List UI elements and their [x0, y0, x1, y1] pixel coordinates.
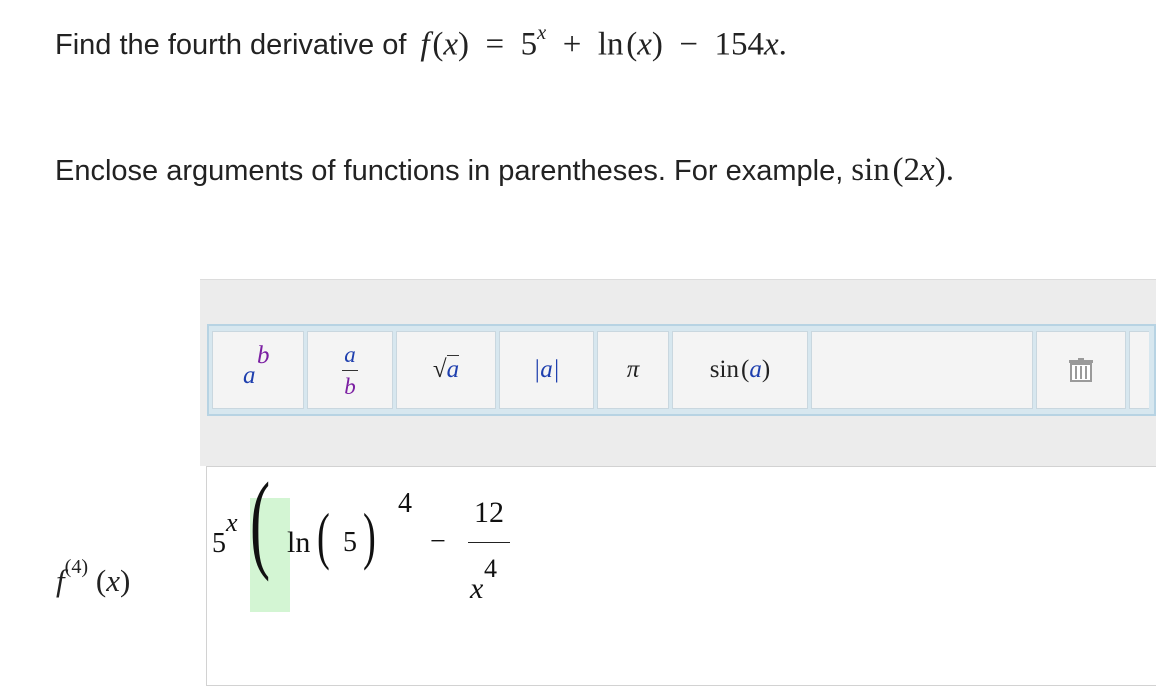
question-prefix: Find the fourth derivative of: [55, 29, 407, 62]
question-text: Find the fourth derivative of f (x) = 5x…: [55, 22, 787, 63]
answer-expression: 5 x ( ln ( 5 ) ) 4 − 12 x 4: [206, 466, 546, 672]
answer-label: f(4) (x): [56, 556, 131, 599]
question-function: f (x) = 5x + ln (x) − 154x.: [420, 22, 787, 63]
math-toolbar-panel: a b a b √a |a| π sin (a): [200, 279, 1156, 466]
instruction-label: Enclose arguments of functions in parent…: [55, 155, 844, 187]
sqrt-icon: √a: [432, 355, 460, 383]
abs-button[interactable]: |a|: [499, 331, 594, 409]
sin-icon: sin (a): [709, 356, 771, 383]
toolbar-spacer: [811, 331, 1033, 409]
power-button[interactable]: a b: [212, 331, 304, 409]
fraction-icon: a b: [342, 343, 358, 398]
toolbar-overflow: [1129, 331, 1149, 409]
power-icon: a b: [243, 342, 270, 389]
fraction-button[interactable]: a b: [307, 331, 393, 409]
abs-icon: |a|: [533, 356, 560, 383]
sqrt-button[interactable]: √a: [396, 331, 496, 409]
pi-button[interactable]: π: [597, 331, 669, 409]
sin-button[interactable]: sin (a): [672, 331, 808, 409]
instruction-example: sin (2x).: [851, 152, 954, 188]
clear-button[interactable]: [1036, 331, 1126, 409]
trash-icon: [1069, 358, 1093, 382]
instruction-text: Enclose arguments of functions in parent…: [55, 152, 954, 189]
pi-icon: π: [626, 356, 640, 383]
math-toolbar: a b a b √a |a| π sin (a): [207, 324, 1156, 416]
